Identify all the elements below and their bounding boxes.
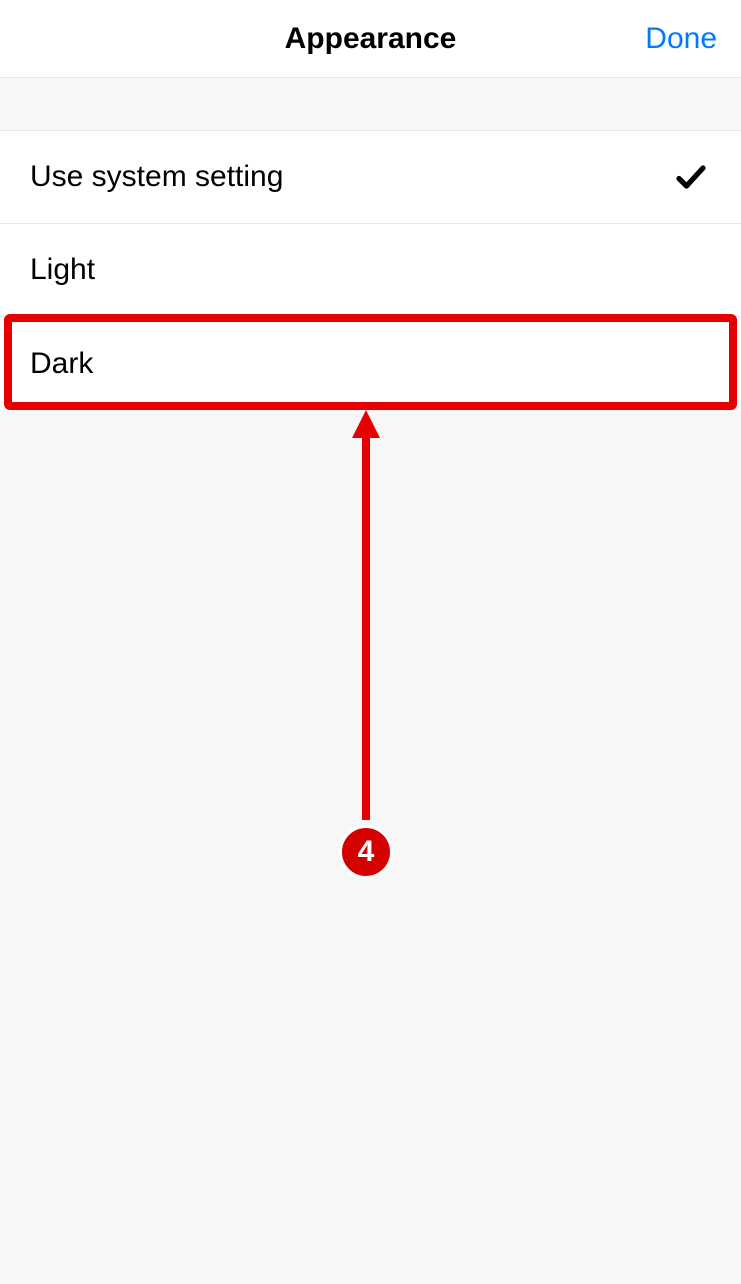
empty-area bbox=[0, 410, 741, 1280]
section-spacer bbox=[0, 78, 741, 131]
option-label: Dark bbox=[30, 347, 93, 381]
option-use-system-setting[interactable]: Use system setting bbox=[0, 131, 741, 224]
header: Appearance Done bbox=[0, 0, 741, 78]
page-title: Appearance bbox=[285, 22, 457, 56]
option-label: Light bbox=[30, 253, 95, 287]
option-label: Use system setting bbox=[30, 160, 283, 194]
done-button[interactable]: Done bbox=[645, 22, 717, 56]
appearance-options-list: Use system setting Light Dark bbox=[0, 131, 741, 410]
option-light[interactable]: Light bbox=[0, 224, 741, 317]
option-dark[interactable]: Dark bbox=[0, 317, 741, 410]
checkmark-icon bbox=[671, 157, 711, 197]
